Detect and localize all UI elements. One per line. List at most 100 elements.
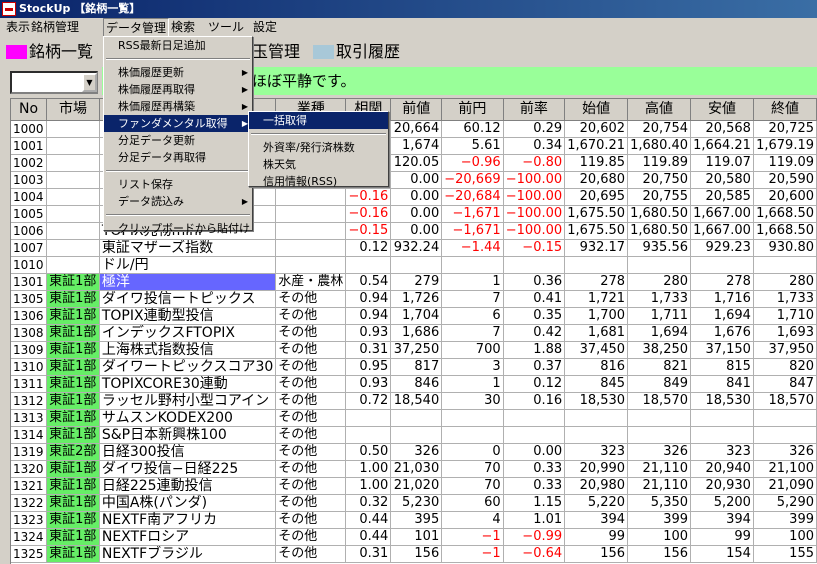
cell-high[interactable]: 1,694 bbox=[627, 324, 692, 342]
table-row[interactable]: 1311 東証1部 TOPIXCORE30連動 その他 0.93 846 1 0.12 845 8… bbox=[11, 375, 817, 393]
cell-prev-change[interactable]: 7 bbox=[441, 324, 504, 342]
cell-industry[interactable]: その他 bbox=[275, 494, 347, 512]
menu-item-price-history-refetch[interactable]: 株価履歴再取得 ▶ bbox=[104, 81, 252, 98]
cell-close[interactable]: 37,950 bbox=[753, 341, 817, 359]
cell-name[interactable]: TOPIX連動型投信 bbox=[99, 307, 277, 325]
cell-high[interactable]: 1,711 bbox=[627, 307, 692, 325]
table-row[interactable]: 1306 東証1部 TOPIX連動型投信 その他 0.94 1,704 6 0.35 1,700… bbox=[11, 307, 817, 325]
cell-low[interactable]: 99 bbox=[690, 528, 754, 546]
table-row[interactable]: 1325 東証1部 NEXTFブラジル その他 0.31 156 −1 −0.64 156 156… bbox=[11, 545, 817, 563]
table-row[interactable]: 1309 東証1部 上海株式指数投信 その他 0.31 37,250 700 1.88 37,4… bbox=[11, 341, 817, 359]
cell-open[interactable]: 1,675.50 bbox=[564, 222, 629, 240]
cell-low[interactable]: 929.23 bbox=[690, 239, 754, 257]
cell-name[interactable]: 日経300投信 bbox=[99, 443, 277, 461]
cell-market[interactable]: 東証1部 bbox=[46, 358, 100, 376]
cell-industry[interactable]: その他 bbox=[275, 528, 347, 546]
cell-high[interactable]: 1,680.50 bbox=[627, 205, 692, 223]
cell-prev-change[interactable]: −20,669 bbox=[441, 171, 504, 189]
tab-position-management[interactable]: 玉管理 bbox=[252, 40, 308, 64]
cell-prev-change[interactable]: −1 bbox=[441, 528, 504, 546]
cell-low[interactable]: 20,930 bbox=[690, 477, 754, 495]
cell-industry[interactable]: 水産・農林 bbox=[275, 273, 347, 291]
cell-market[interactable]: 東証1部 bbox=[46, 273, 100, 291]
cell-prev-change[interactable]: 4 bbox=[441, 511, 504, 529]
col-header-market[interactable]: 市場 bbox=[46, 99, 100, 121]
cell-close[interactable]: 1,693 bbox=[753, 324, 817, 342]
cell-market[interactable]: 東証1部 bbox=[46, 341, 100, 359]
cell-low[interactable]: 18,530 bbox=[690, 392, 754, 410]
cell-correlation[interactable]: 0.94 bbox=[345, 290, 392, 308]
cell-industry[interactable]: その他 bbox=[275, 341, 347, 359]
cell-name[interactable]: サムスンKODEX200 bbox=[99, 409, 277, 427]
cell-prev-value[interactable]: 0.00 bbox=[390, 188, 443, 206]
cell-prev-change[interactable]: 3 bbox=[441, 358, 504, 376]
cell-prev-change[interactable]: 70 bbox=[441, 460, 504, 478]
cell-prev-change[interactable]: −1 bbox=[441, 545, 504, 563]
cell-name[interactable]: 中国A株(パンダ) bbox=[99, 494, 277, 512]
cell-prev-rate[interactable]: 0.37 bbox=[503, 358, 566, 376]
cell-no[interactable]: 1004 bbox=[11, 188, 48, 206]
cell-market[interactable]: 東証1部 bbox=[46, 494, 100, 512]
cell-no[interactable]: 1310 bbox=[11, 358, 48, 376]
cell-low[interactable]: 20,580 bbox=[690, 171, 754, 189]
cell-close[interactable]: 155 bbox=[753, 545, 817, 563]
cell-low[interactable]: 278 bbox=[690, 273, 754, 291]
cell-close[interactable]: 100 bbox=[753, 528, 817, 546]
cell-high[interactable]: 935.56 bbox=[627, 239, 692, 257]
cell-prev-change[interactable]: 5.61 bbox=[441, 137, 504, 155]
cell-close[interactable] bbox=[753, 409, 817, 427]
cell-correlation[interactable]: 0.31 bbox=[345, 341, 392, 359]
table-row[interactable]: 1320 東証1部 ダイワ投信−日経225 その他 1.00 21,030 70 0.33 20… bbox=[11, 460, 817, 478]
cell-close[interactable]: 21,100 bbox=[753, 460, 817, 478]
cell-high[interactable]: 326 bbox=[627, 443, 692, 461]
cell-low[interactable]: 154 bbox=[690, 545, 754, 563]
cell-industry[interactable]: その他 bbox=[275, 358, 347, 376]
cell-prev-rate[interactable]: −100.00 bbox=[503, 205, 566, 223]
cell-correlation[interactable]: 0.12 bbox=[345, 239, 392, 257]
cell-close[interactable]: 1,710 bbox=[753, 307, 817, 325]
cell-prev-value[interactable]: 326 bbox=[390, 443, 443, 461]
cell-no[interactable]: 1005 bbox=[11, 205, 48, 223]
cell-prev-change[interactable] bbox=[441, 426, 504, 444]
cell-prev-rate[interactable]: 0.29 bbox=[503, 120, 566, 138]
cell-prev-rate[interactable]: −0.15 bbox=[503, 239, 566, 257]
cell-prev-change[interactable]: 30 bbox=[441, 392, 504, 410]
cell-low[interactable]: 323 bbox=[690, 443, 754, 461]
cell-open[interactable]: 1,681 bbox=[564, 324, 629, 342]
cell-prev-value[interactable] bbox=[390, 426, 443, 444]
cell-prev-change[interactable]: 0 bbox=[441, 443, 504, 461]
cell-correlation[interactable] bbox=[345, 409, 392, 427]
cell-low[interactable] bbox=[690, 409, 754, 427]
cell-correlation[interactable]: 1.00 bbox=[345, 460, 392, 478]
cell-market[interactable] bbox=[46, 256, 100, 274]
cell-prev-value[interactable]: 1,726 bbox=[390, 290, 443, 308]
cell-low[interactable]: 20,585 bbox=[690, 188, 754, 206]
cell-close[interactable] bbox=[753, 256, 817, 274]
cell-market[interactable]: 東証1部 bbox=[46, 307, 100, 325]
menu-tools[interactable]: ツール bbox=[206, 18, 246, 37]
cell-prev-value[interactable]: 21,020 bbox=[390, 477, 443, 495]
cell-correlation[interactable]: 0.93 bbox=[345, 375, 392, 393]
cell-low[interactable]: 1,667.00 bbox=[690, 222, 754, 240]
cell-open[interactable]: 119.85 bbox=[564, 154, 629, 172]
col-header-no[interactable]: No bbox=[11, 99, 48, 121]
cell-high[interactable]: 1,680.50 bbox=[627, 222, 692, 240]
cell-open[interactable]: 323 bbox=[564, 443, 629, 461]
table-row[interactable]: 1301 東証1部 極洋 水産・農林 0.54 279 1 0.36 278 280 278 280 bbox=[11, 273, 817, 291]
cell-open[interactable] bbox=[564, 426, 629, 444]
cell-high[interactable]: 20,754 bbox=[627, 120, 692, 138]
table-row[interactable]: 1319 東証2部 日経300投信 その他 0.50 326 0 0.00 323 326 323 3… bbox=[11, 443, 817, 461]
cell-correlation[interactable]: 0.94 bbox=[345, 307, 392, 325]
cell-close[interactable]: 1,733 bbox=[753, 290, 817, 308]
cell-close[interactable]: 280 bbox=[753, 273, 817, 291]
cell-low[interactable]: 841 bbox=[690, 375, 754, 393]
cell-prev-rate[interactable] bbox=[503, 256, 566, 274]
cell-high[interactable] bbox=[627, 409, 692, 427]
cell-prev-rate[interactable]: 0.41 bbox=[503, 290, 566, 308]
menu-item-minute-data-refetch[interactable]: 分足データ再取得 bbox=[104, 149, 252, 166]
cell-close[interactable]: 1,668.50 bbox=[753, 205, 817, 223]
cell-prev-rate[interactable]: 0.35 bbox=[503, 307, 566, 325]
cell-market[interactable]: 東証2部 bbox=[46, 443, 100, 461]
cell-correlation[interactable]: 1.00 bbox=[345, 477, 392, 495]
cell-prev-rate[interactable]: −100.00 bbox=[503, 188, 566, 206]
